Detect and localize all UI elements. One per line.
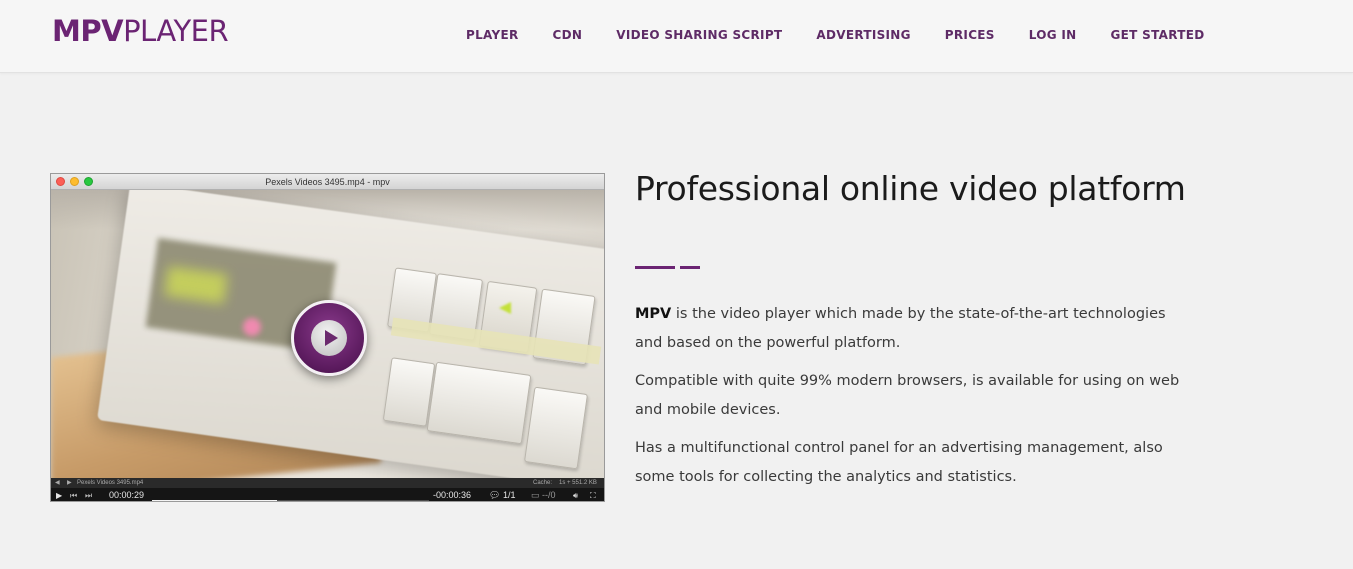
fullscreen-icon[interactable]: ⛶ [590, 488, 596, 501]
audio-track-count: --/0 [542, 490, 556, 500]
current-file-name: Pexels Videos 3495.mp4 [77, 480, 144, 486]
subtitles-selector[interactable]: 💬︎ 1/1 [489, 488, 516, 501]
window-titlebar: Pexels Videos 3495.mp4 - mpv [51, 174, 604, 190]
hero-headline: Professional online video platform [635, 169, 1186, 208]
nav-get-started[interactable]: GET STARTED [1111, 27, 1205, 43]
video-frame [51, 190, 604, 478]
mpv-bold: MPV [635, 306, 672, 322]
playlist-prev-icon[interactable]: ◀ [55, 478, 60, 488]
elapsed-time: 00:00:29 [109, 490, 145, 500]
controls-main-row: ▶ ⏮ ⏭ 00:00:29 -00:00:36 💬︎ 1/1 ▭ --/0 🔊… [51, 488, 604, 501]
video-bg-key [382, 357, 436, 427]
main-nav: PLAYER CDN VIDEO SHARING SCRIPT ADVERTIS… [466, 27, 1204, 43]
playlist-next-icon[interactable]: ▶ [67, 478, 72, 488]
hero-paragraph-1-text: is the video player which made by the st… [635, 306, 1166, 351]
nav-log-in[interactable]: LOG IN [1029, 27, 1077, 43]
audio-track-selector[interactable]: ▭ --/0 [531, 488, 556, 501]
logo-bold-text: MPV [52, 14, 124, 48]
seek-bar-fill [152, 500, 277, 501]
site-logo[interactable]: MPVPLAYER [52, 14, 229, 48]
logo-light-text: PLAYER [123, 14, 229, 48]
remaining-time: -00:00:36 [433, 490, 472, 500]
cache-value: 1s + 551.2 KB [559, 480, 597, 486]
video-bg-led [243, 318, 261, 336]
seek-forward-icon[interactable]: ⏭ [85, 488, 92, 501]
nav-advertising[interactable]: ADVERTISING [816, 27, 910, 43]
cache-label: Cache: [533, 480, 553, 486]
mpv-player-window: Pexels Videos 3495.mp4 - mpv ◀ ▶ Pexels … [50, 173, 605, 502]
hero-paragraph-3: Has a multifunctional control panel for … [635, 440, 1163, 485]
site-header: MPVPLAYER PLAYER CDN VIDEO SHARING SCRIP… [0, 0, 1353, 73]
nav-cdn[interactable]: CDN [553, 27, 583, 43]
nav-player[interactable]: PLAYER [466, 27, 519, 43]
play-icon [311, 320, 347, 356]
volume-icon[interactable]: 🔊︎ [573, 488, 578, 501]
controls-info-row: ◀ ▶ Pexels Videos 3495.mp4 Cache: 1s + 5… [51, 478, 604, 488]
seek-back-icon[interactable]: ⏮ [70, 488, 77, 501]
player-controls: ◀ ▶ Pexels Videos 3495.mp4 Cache: 1s + 5… [51, 478, 604, 501]
seek-bar[interactable] [152, 500, 429, 501]
video-bg-key [523, 386, 589, 470]
play-button[interactable] [291, 300, 367, 376]
hero-paragraph-2: Compatible with quite 99% modern browser… [635, 373, 1180, 418]
divider-segment [680, 266, 700, 269]
play-pause-icon[interactable]: ▶ [56, 488, 62, 501]
divider-segment [635, 266, 675, 269]
nav-prices[interactable]: PRICES [945, 27, 995, 43]
video-bg-key [426, 361, 532, 445]
window-title: Pexels Videos 3495.mp4 - mpv [265, 177, 390, 187]
nav-video-sharing-script[interactable]: VIDEO SHARING SCRIPT [616, 27, 782, 43]
video-bg-arrow [499, 302, 511, 314]
hero-paragraph-1: MPV is the video player which made by th… [635, 300, 1195, 358]
hero-content: Professional online video platform MPV i… [635, 169, 1195, 485]
subtitles-count: 1/1 [502, 490, 516, 500]
